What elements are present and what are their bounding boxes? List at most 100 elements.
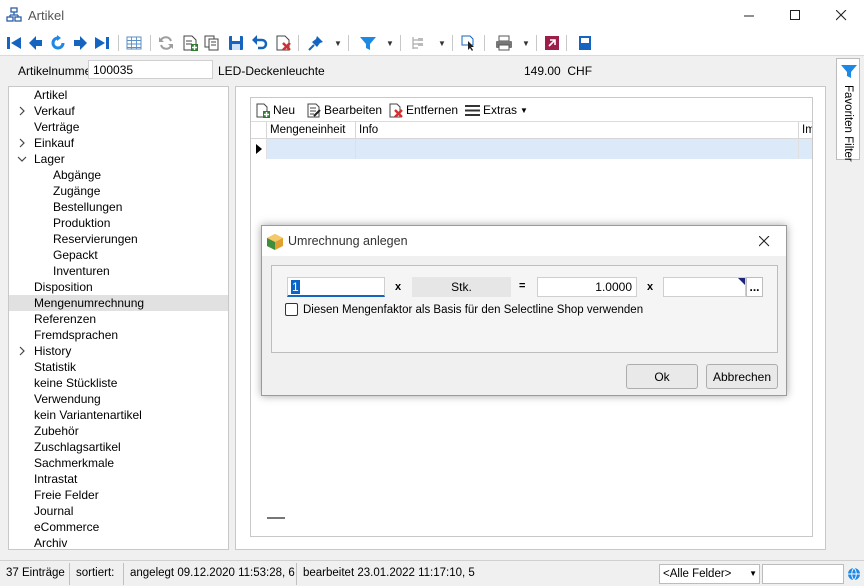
tree-item[interactable]: Einkauf	[9, 135, 228, 151]
arrow-left-icon	[29, 36, 42, 50]
next-record-button[interactable]	[70, 33, 90, 53]
maximize-button[interactable]	[772, 0, 818, 30]
pin-dropdown-arrow-icon[interactable]: ▼	[334, 39, 342, 48]
tree-item[interactable]: Zubehör	[9, 423, 228, 439]
grid-resize-handle[interactable]	[267, 517, 285, 519]
print-dropdown-arrow-icon[interactable]: ▼	[522, 39, 530, 48]
tree-item[interactable]: Mengenumrechnung	[9, 295, 228, 311]
conversion-dialog: Umrechnung anlegen 1 x Stk. = 1.0000 x .…	[261, 225, 787, 396]
field-select[interactable]: <Alle Felder> ▼	[659, 564, 760, 584]
cell-info[interactable]	[356, 139, 799, 159]
first-icon	[7, 37, 21, 49]
tree-item-label: Referenzen	[34, 312, 97, 326]
tree-item[interactable]: Gepackt	[9, 247, 228, 263]
tree-item[interactable]: Abgänge	[9, 167, 228, 183]
cell-im[interactable]	[799, 139, 812, 159]
article-price: 149.00 CHF	[524, 64, 592, 78]
copy-record-button[interactable]	[202, 33, 222, 53]
pin-button[interactable]	[306, 33, 326, 53]
macro-button[interactable]	[542, 33, 562, 53]
tree-item[interactable]: Disposition	[9, 279, 228, 295]
filter-dropdown-arrow-icon[interactable]: ▼	[386, 39, 394, 48]
undo-button[interactable]	[250, 33, 270, 53]
target-unit-input[interactable]	[663, 277, 746, 297]
printer-icon	[496, 35, 512, 51]
tree-item[interactable]: Verträge	[9, 119, 228, 135]
reload-icon	[159, 36, 173, 50]
save-icon	[229, 36, 243, 50]
refresh-record-button[interactable]	[48, 33, 68, 53]
close-button[interactable]	[818, 0, 864, 30]
table-view-button[interactable]	[124, 33, 144, 53]
table-row[interactable]	[251, 139, 812, 159]
column-header-info[interactable]: Info	[356, 122, 799, 139]
cube-icon	[266, 233, 284, 254]
tree-item[interactable]: kein Variantenartikel	[9, 407, 228, 423]
tree-item[interactable]: Artikel	[9, 87, 228, 103]
tree-item[interactable]: Statistik	[9, 359, 228, 375]
tree-item[interactable]: Reservierungen	[9, 231, 228, 247]
ok-button[interactable]: Ok	[626, 364, 698, 389]
column-header-im[interactable]: Im	[799, 122, 812, 139]
cell-mengeneinheit[interactable]	[267, 139, 356, 159]
corner-marker-icon	[738, 278, 745, 285]
shop-basis-checkbox[interactable]	[285, 303, 298, 316]
column-header-mengeneinheit[interactable]: Mengeneinheit	[267, 122, 356, 139]
tree-item-label: Zugänge	[53, 184, 101, 198]
quantity-input[interactable]: 1	[287, 277, 385, 297]
dialog-close-button[interactable]	[754, 232, 774, 250]
tree-item[interactable]: History	[9, 343, 228, 359]
tree-item[interactable]: Bestellungen	[9, 199, 228, 215]
tree-item[interactable]: eCommerce	[9, 519, 228, 535]
tree-item[interactable]: Sachmerkmale	[9, 455, 228, 471]
first-record-button[interactable]	[4, 33, 24, 53]
favoriten-filter-tab[interactable]: Favoriten Filter	[836, 58, 860, 162]
new-record-button[interactable]	[180, 33, 200, 53]
tree-item[interactable]: Freie Felder	[9, 487, 228, 503]
tree-item[interactable]: Fremdsprachen	[9, 327, 228, 343]
field-select-value: <Alle Felder>	[663, 568, 732, 580]
tree-item[interactable]: Verkauf	[9, 103, 228, 119]
tree-structure-button[interactable]	[408, 33, 428, 53]
tree-item[interactable]: Referenzen	[9, 311, 228, 327]
tree-item[interactable]: Intrastat	[9, 471, 228, 487]
tree-item[interactable]: Zuschlagsartikel	[9, 439, 228, 455]
save-button[interactable]	[226, 33, 246, 53]
tree-item[interactable]: Archiv	[9, 535, 228, 549]
neu-button[interactable]: Neu	[255, 102, 295, 118]
tree-item-label: Abgänge	[53, 168, 102, 182]
document-cursor-button[interactable]	[458, 33, 478, 53]
previous-record-button[interactable]	[26, 33, 46, 53]
globe-icon[interactable]	[847, 567, 861, 584]
artikelnummer-input[interactable]: 100035	[88, 60, 213, 79]
tree-item[interactable]: Verwendung	[9, 391, 228, 407]
tree-item-label: Disposition	[34, 280, 93, 294]
factor-input[interactable]: 1.0000	[537, 277, 637, 297]
shop-basis-checkbox-row[interactable]: Diesen Mengenfaktor als Basis für den Se…	[285, 303, 643, 316]
tree-item-label: Verkauf	[34, 104, 75, 118]
print-button[interactable]	[494, 33, 514, 53]
cancel-button[interactable]: Abbrechen	[706, 364, 778, 389]
row-indicator-icon	[251, 139, 267, 159]
delete-record-button[interactable]	[273, 33, 293, 53]
entfernen-button[interactable]: Entfernen	[388, 102, 458, 118]
grid-toolbar: Neu Bearbeiten Entfernen Extras ▼	[251, 98, 812, 122]
tree-item[interactable]: Produktion	[9, 215, 228, 231]
last-record-button[interactable]	[92, 33, 112, 53]
search-input[interactable]	[762, 564, 844, 584]
filter-button[interactable]	[358, 33, 378, 53]
bearbeiten-button[interactable]: Bearbeiten	[306, 102, 382, 118]
tree-item[interactable]: Journal	[9, 503, 228, 519]
tree-item[interactable]: keine Stückliste	[9, 375, 228, 391]
reload-button[interactable]	[156, 33, 176, 53]
info-panel-button[interactable]	[575, 33, 595, 53]
tree-dropdown-arrow-icon[interactable]: ▼	[438, 39, 446, 48]
table-icon	[126, 36, 142, 50]
tree-item[interactable]: Inventuren	[9, 263, 228, 279]
browse-button[interactable]: ...	[746, 277, 763, 297]
minimize-button[interactable]	[726, 0, 772, 30]
tree-item[interactable]: Zugänge	[9, 183, 228, 199]
tree-item-label: eCommerce	[34, 520, 100, 534]
extras-button[interactable]: Extras ▼	[465, 102, 528, 118]
tree-item[interactable]: Lager	[9, 151, 228, 167]
